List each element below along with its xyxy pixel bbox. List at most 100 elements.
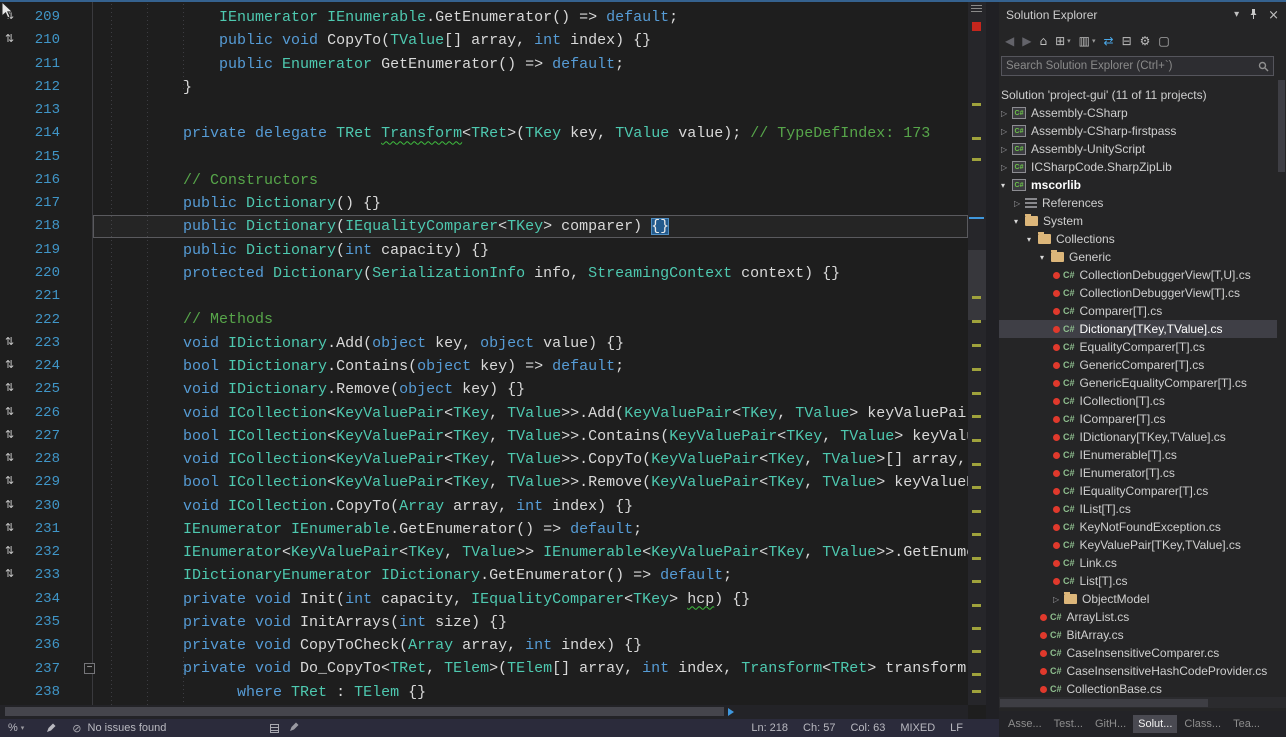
code-line[interactable]: void IDictionary.Remove(object key) {}	[111, 378, 968, 401]
implements-glyph-icon[interactable]: ⇅	[5, 521, 14, 534]
tree-item[interactable]: ▾System	[999, 212, 1277, 230]
code-line[interactable]	[111, 99, 968, 122]
panel-tab[interactable]: Tea...	[1228, 715, 1265, 733]
line-number[interactable]: 219	[35, 239, 60, 262]
line-number[interactable]: 210	[35, 29, 60, 52]
line-number[interactable]: 232	[35, 541, 60, 564]
vertical-scrollbar-thumb[interactable]	[968, 250, 986, 320]
switch-views-icon[interactable]: ⊞▾	[1055, 35, 1071, 47]
preview-selected-items-icon[interactable]: ▢	[1158, 35, 1169, 47]
line-number-margin[interactable]: 2092102112122132142152162172182192202212…	[24, 0, 62, 705]
tree-item[interactable]: ▾C#mscorlib	[999, 176, 1277, 194]
panel-tab[interactable]: GitH...	[1090, 715, 1131, 733]
line-number[interactable]: 211	[35, 53, 60, 76]
tree-item[interactable]: ▷C#ICSharpCode.SharpZipLib	[999, 158, 1277, 176]
expander-icon[interactable]: ▾	[1040, 253, 1051, 262]
expander-icon[interactable]: ▾	[1014, 217, 1025, 226]
pen-icon[interactable]	[289, 722, 299, 735]
properties-icon[interactable]: ⚙	[1140, 35, 1151, 47]
tree-item[interactable]: C#Link.cs	[999, 554, 1277, 572]
search-icon[interactable]	[1258, 61, 1269, 72]
tree-item[interactable]: C#List[T].cs	[999, 572, 1277, 590]
panel-tab[interactable]: Class...	[1179, 715, 1226, 733]
tree-item[interactable]: ▾Generic	[999, 248, 1277, 266]
tree-item[interactable]: C#ArrayList.cs	[999, 608, 1277, 626]
line-number[interactable]: 215	[35, 146, 60, 169]
code-line[interactable]: public Dictionary(int capacity) {}	[111, 239, 968, 262]
code-line[interactable]: void ICollection<KeyValuePair<TKey, TVal…	[111, 448, 968, 471]
issues-status[interactable]: ⊘ No issues found	[72, 722, 166, 735]
code-line[interactable]: }	[111, 76, 968, 99]
expander-icon[interactable]: ▷	[1001, 109, 1012, 118]
tree-item[interactable]: ▾Collections	[999, 230, 1277, 248]
code-line[interactable]: // Constructors	[111, 169, 968, 192]
tree-item[interactable]: C#CaseInsensitiveHashCodeProvider.cs	[999, 662, 1277, 680]
tree-item[interactable]: C#IList[T].cs	[999, 500, 1277, 518]
sidebar-vertical-scrollbar-thumb[interactable]	[1278, 80, 1285, 172]
tree-item[interactable]: C#IEnumerable[T].cs	[999, 446, 1277, 464]
line-number[interactable]: 213	[35, 99, 60, 122]
zoom-control[interactable]: % ▾	[8, 722, 24, 734]
line-number[interactable]: 216	[35, 169, 60, 192]
filter-icon[interactable]: ▥▾	[1079, 35, 1096, 47]
panel-tab[interactable]: Solut...	[1133, 715, 1177, 733]
implements-glyph-icon[interactable]: ⇅	[5, 381, 14, 394]
vertical-scrollbar[interactable]	[968, 0, 986, 705]
chevron-down-icon[interactable]: ▾	[1234, 10, 1239, 20]
tree-item[interactable]: C#BitArray.cs	[999, 626, 1277, 644]
tree-item[interactable]: ▷References	[999, 194, 1277, 212]
home-icon[interactable]: ⌂	[1039, 35, 1047, 47]
forward-icon[interactable]: ▶	[1022, 35, 1031, 47]
line-number[interactable]: 217	[35, 192, 60, 215]
line-number[interactable]: 214	[35, 122, 60, 145]
file-health-indicator[interactable]	[972, 22, 981, 31]
code-line[interactable]: IEnumerator IEnumerable.GetEnumerator() …	[111, 6, 968, 29]
code-line[interactable]: private void InitArrays(int size) {}	[111, 611, 968, 634]
line-number[interactable]: 231	[35, 518, 60, 541]
glyph-margin[interactable]: ⇅⇅⇅⇅⇅⇅⇅⇅⇅⇅⇅⇅⇅	[0, 0, 24, 705]
tree-item[interactable]: ▷ObjectModel	[999, 590, 1277, 608]
tree-item[interactable]: ▷C#Assembly-CSharp	[999, 104, 1277, 122]
tree-item[interactable]: C#IDictionary[TKey,TValue].cs	[999, 428, 1277, 446]
implements-glyph-icon[interactable]: ⇅	[5, 544, 14, 557]
code-editor[interactable]: ⇅⇅⇅⇅⇅⇅⇅⇅⇅⇅⇅⇅⇅ 20921021121221321421521621…	[0, 0, 986, 719]
output-icon[interactable]	[270, 724, 279, 733]
expander-icon[interactable]: ▷	[1001, 127, 1012, 136]
line-number[interactable]: 230	[35, 495, 60, 518]
expander-icon[interactable]: ▾	[1027, 235, 1038, 244]
line-number[interactable]: 209	[35, 6, 60, 29]
implements-glyph-icon[interactable]: ⇅	[5, 32, 14, 45]
sidebar-vertical-scrollbar[interactable]	[1278, 80, 1285, 640]
code-line[interactable]: bool ICollection<KeyValuePair<TKey, TVal…	[111, 471, 968, 494]
code-line[interactable]: void IDictionary.Add(object key, object …	[111, 332, 968, 355]
implements-glyph-icon[interactable]: ⇅	[5, 428, 14, 441]
line-number[interactable]: 234	[35, 588, 60, 611]
code-line[interactable]: private void CopyToCheck(Array array, in…	[111, 634, 968, 657]
tree-item[interactable]: C#Dictionary[TKey,TValue].cs	[999, 320, 1277, 338]
implements-glyph-icon[interactable]: ⇅	[5, 405, 14, 418]
pen-icon[interactable]	[46, 723, 56, 733]
tree-item[interactable]: C#Comparer[T].cs	[999, 302, 1277, 320]
expander-icon[interactable]: ▷	[1001, 145, 1012, 154]
code-line[interactable]: public Enumerator GetEnumerator() => def…	[111, 53, 968, 76]
code-line[interactable]: void ICollection.CopyTo(Array array, int…	[111, 495, 968, 518]
code-line[interactable]: private void Init(int capacity, IEqualit…	[111, 588, 968, 611]
search-input[interactable]	[1002, 60, 1258, 72]
code-line[interactable]: IEnumerator<KeyValuePair<TKey, TValue>> …	[111, 541, 968, 564]
line-number[interactable]: 226	[35, 402, 60, 425]
code-line[interactable]: bool ICollection<KeyValuePair<TKey, TVal…	[111, 425, 968, 448]
line-number[interactable]: 228	[35, 448, 60, 471]
code-line[interactable]	[111, 146, 968, 169]
code-line[interactable]: protected Dictionary(SerializationInfo i…	[111, 262, 968, 285]
code-line[interactable]: public Dictionary(IEqualityComparer<TKey…	[111, 215, 968, 238]
sidebar-horizontal-scrollbar-thumb[interactable]	[1000, 699, 1208, 707]
line-indicator[interactable]: Ln: 218	[751, 722, 788, 734]
code-line[interactable]: IEnumerator IEnumerable.GetEnumerator() …	[111, 518, 968, 541]
code-line[interactable]: public Dictionary() {}	[111, 192, 968, 215]
line-number[interactable]: 236	[35, 634, 60, 657]
horizontal-scrollbar-thumb[interactable]	[5, 707, 724, 716]
horizontal-scrollbar[interactable]	[0, 705, 968, 719]
line-number[interactable]: 218	[35, 215, 60, 238]
code-line[interactable]: where TRet : TElem {}	[111, 681, 968, 704]
line-number[interactable]: 223	[35, 332, 60, 355]
